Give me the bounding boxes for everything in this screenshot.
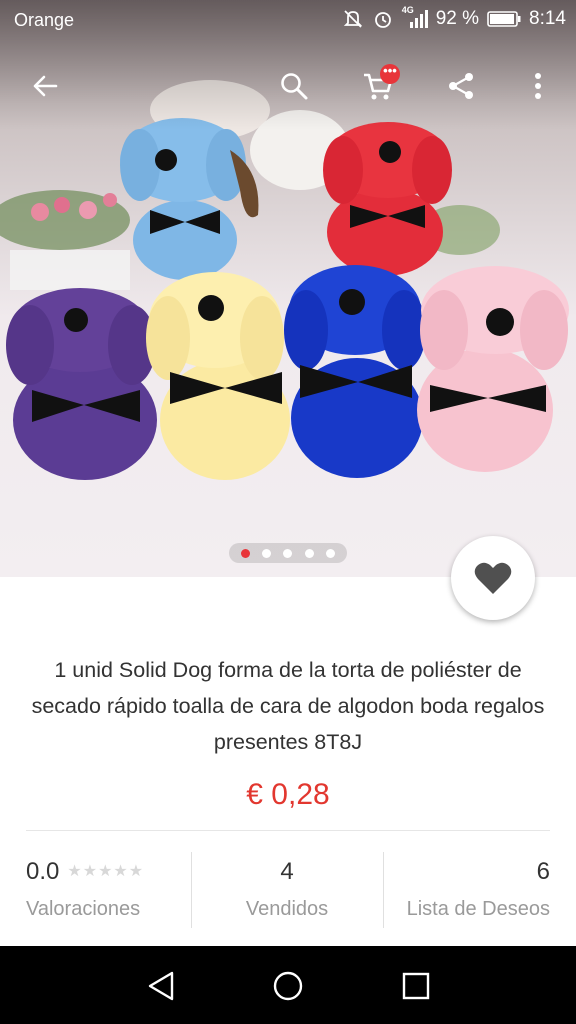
nav-recents-icon [402,972,430,1000]
product-stats: 0.0 ★★★★★ Valoraciones 4 Vendidos 6 Lista… [0,850,576,930]
carousel-dot[interactable] [325,548,335,558]
status-icons: 4G 92 % 8:14 [342,5,566,30]
ratings-label: Valoraciones [26,898,141,920]
back-button[interactable] [21,62,69,110]
search-icon [281,73,308,100]
more-vert-icon [535,73,541,99]
heart-icon [474,562,512,594]
mute-icon [343,10,362,28]
nav-home-icon [273,971,303,1001]
product-screen: Orange 4G 92 % 8:14 ••• 1 unid Solid Dog… [0,0,576,1024]
back-arrow-icon [33,75,58,97]
battery-icon [487,11,521,27]
rating-value: 0.0 [26,858,60,885]
share-button[interactable] [437,62,485,110]
divider [26,830,550,831]
rating-value-row: 0.0 ★★★★★ [26,858,144,886]
stat-ratings[interactable]: 0.0 ★★★★★ Valoraciones [0,850,190,930]
carousel-dot[interactable] [283,548,293,558]
carousel-dot-active[interactable] [241,548,251,558]
carousel-dot[interactable] [304,548,314,558]
wishlist-label: Lista de Deseos [406,898,550,920]
system-navigation-bar [0,946,576,1024]
product-title: 1 unid Solid Dog forma de la torta de po… [31,658,545,754]
clock: 8:14 [529,8,566,29]
sold-value: 4 [280,858,294,885]
top-app-bar: ••• [0,56,576,116]
status-bar: Orange 4G 92 % 8:14 [0,0,576,40]
nav-back-button[interactable] [138,963,184,1009]
alarm-icon [374,12,391,28]
nav-recents-button[interactable] [393,963,439,1009]
more-options-button[interactable] [514,62,562,110]
rating-stars: ★★★★★ [67,863,145,880]
signal-icon: 4G [402,5,428,30]
share-icon [449,73,473,99]
wishlist-value: 6 [536,858,550,885]
stat-wishlist: 6 Lista de Deseos [384,850,576,930]
search-button[interactable] [270,62,318,110]
product-price: € 0,28 [246,778,330,811]
battery-percent: 92 % [435,8,480,29]
carousel-dot[interactable] [262,548,272,558]
carrier-name: Orange [14,10,75,30]
carousel-indicator[interactable] [229,543,347,563]
stat-sold: 4 Vendidos [192,850,382,930]
cart-button[interactable]: ••• [354,62,402,110]
nav-home-button[interactable] [265,963,311,1009]
cart-badge: ••• [380,64,400,84]
sold-label: Vendidos [245,898,329,920]
nav-back-icon [148,971,174,1001]
wishlist-button[interactable] [451,536,535,620]
